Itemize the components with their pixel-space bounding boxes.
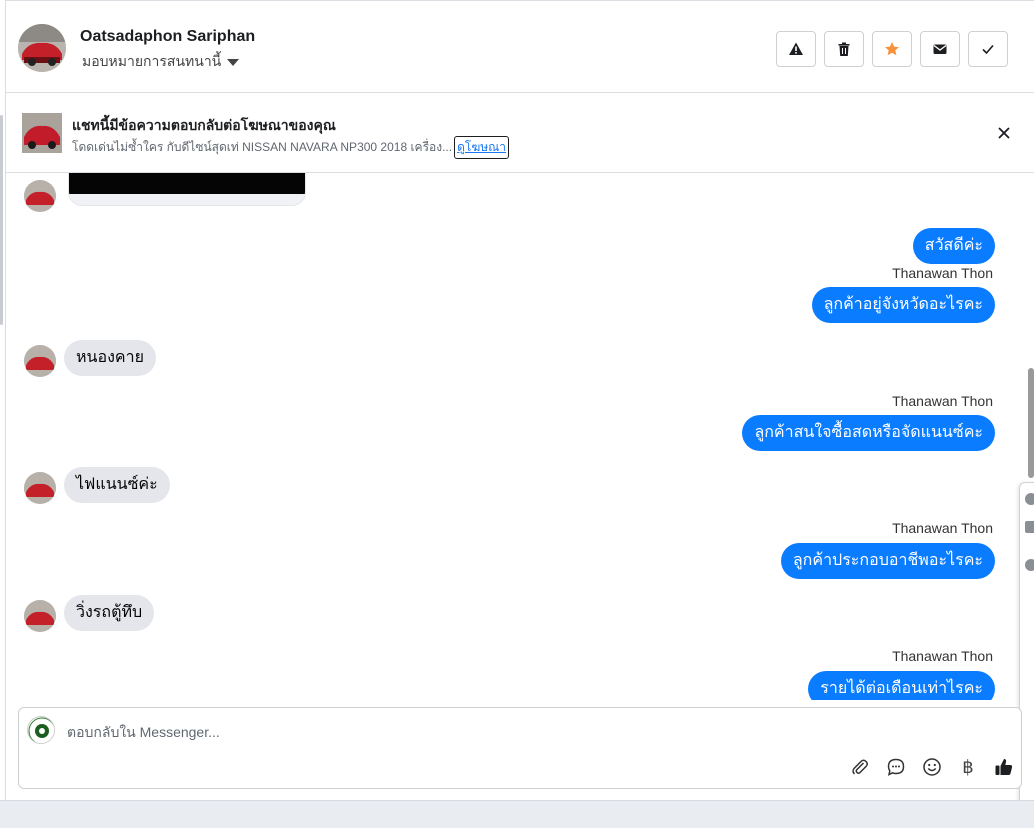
close-banner-button[interactable] [994,123,1014,143]
close-icon [998,127,1010,139]
image-attachment[interactable] [68,173,306,206]
send-like-button[interactable] [993,756,1015,778]
ad-description: โดดเด่นไม่ซ้ำใคร กับดีไซน์สุดเท่ NISSAN … [72,140,453,154]
incoming-message: หนองคาย [64,340,156,376]
messenger-inbox-window: Oatsadaphon Sariphan มอบหมายการสนทนานี้ [0,0,1034,828]
assign-conversation-dropdown[interactable]: มอบหมายการสนทนานี้ [82,51,240,73]
ad-banner-description-row: โดดเด่นไม่ซ้ำใคร กับดีไซน์สุดเท่ NISSAN … [72,136,510,159]
delete-button[interactable] [824,31,864,67]
paperclip-icon [852,759,868,775]
incoming-message: วิ่งรถตู้ทึบ [64,595,155,631]
attach-button[interactable] [849,756,871,778]
outgoing-message: รายได้ต่อเดือนเท่าไรคะ [808,671,995,700]
sender-avatar [24,345,56,377]
mark-spam-button[interactable] [776,31,816,67]
window-bottom-bar [0,800,1034,828]
sender-name: Thanawan Thon [892,265,993,281]
outgoing-message: ลูกค้าสนใจซื้อสดหรือจัดแนนซ์คะ [742,415,995,451]
sender-name: Thanawan Thon [892,648,993,664]
emoji-button[interactable] [921,756,943,778]
ad-thumbnail[interactable] [22,113,62,153]
contact-name: Oatsadaphon Sariphan [80,28,256,45]
ad-reply-banner: แชทนี้มีข้อความตอบกลับต่อโฆษณาของคุณ โดด… [6,93,1034,173]
mail-icon [933,44,947,54]
sender-avatar [24,472,56,504]
saved-replies-button[interactable] [885,756,907,778]
ad-banner-title: แชทนี้มีข้อความตอบกลับต่อโฆษณาของคุณ [72,117,336,133]
sender-avatar [24,600,56,632]
conversation-header: Oatsadaphon Sariphan มอบหมายการสนทนานี้ [6,0,1034,93]
warning-icon [789,42,803,55]
mark-unread-button[interactable] [920,31,960,67]
thread-scrollbar[interactable] [1026,180,1034,480]
header-actions [776,31,1008,67]
incoming-message: ไฟแนนซ์ค่ะ [64,467,170,503]
mini-avatar[interactable] [1025,559,1034,571]
outgoing-message: ลูกค้าอยู่จังหวัดอะไรคะ [811,287,995,323]
caret-down-icon [227,59,240,66]
sender-avatar [24,180,56,212]
thumbs-up-icon [995,759,1013,775]
check-icon [982,44,994,55]
outgoing-message: สวัสดีค่ะ [912,228,995,264]
mark-done-button[interactable] [968,31,1008,67]
composer-toolbar: ฿ [849,756,1015,778]
trash-icon [838,42,850,56]
speech-bubble-icon [887,758,905,776]
message-thread[interactable]: สวัสดีค่ะ Thanawan Thon ลูกค้าอยู่จังหวั… [6,173,1022,700]
message-input[interactable] [67,722,967,742]
payment-button[interactable]: ฿ [957,756,979,778]
star-icon [885,42,899,56]
contact-avatar[interactable] [18,24,66,72]
mini-avatar[interactable] [1025,493,1034,505]
reply-composer: ฿ [18,707,1022,789]
sender-name: Thanawan Thon [892,393,993,409]
outgoing-message: ลูกค้าประกอบอาชีพอะไรคะ [780,543,995,579]
view-ad-link[interactable]: ดูโฆษณา [454,136,510,159]
baht-icon: ฿ [962,756,974,778]
smiley-icon [923,758,941,776]
sender-name: Thanawan Thon [892,520,993,536]
mini-thumbnail[interactable] [1025,521,1034,533]
star-button[interactable] [872,31,912,67]
scrollbar-thumb[interactable] [1028,368,1034,478]
assign-label: มอบหมายการสนทนานี้ [82,53,222,69]
page-avatar [27,716,55,744]
left-scrollbar[interactable] [0,115,3,325]
